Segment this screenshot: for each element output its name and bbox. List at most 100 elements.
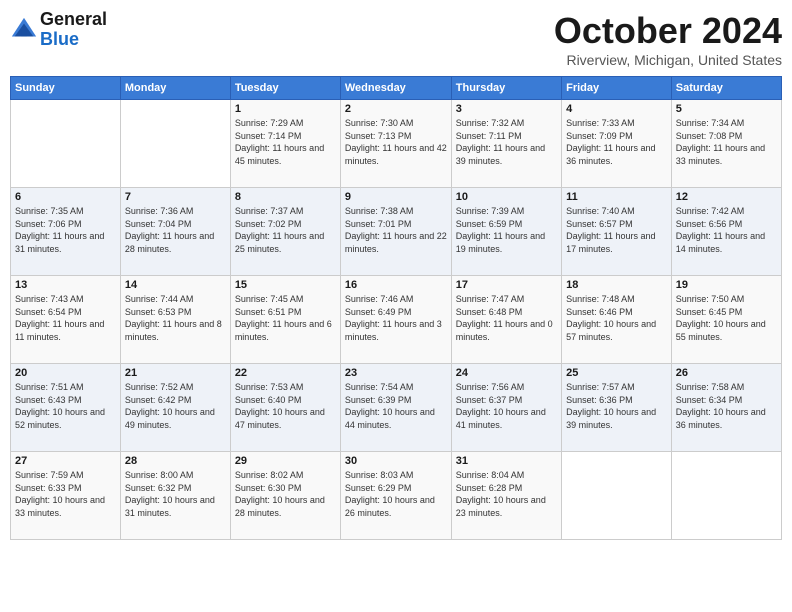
calendar-cell: [120, 100, 230, 188]
day-number: 16: [345, 279, 447, 291]
week-row-3: 13 Sunrise: 7:43 AMSunset: 6:54 PMDayligh…: [11, 276, 782, 364]
day-number: 18: [566, 279, 667, 291]
day-number: 27: [15, 455, 116, 467]
calendar-cell: 20Sunrise: 7:51 AMSunset: 6:43 PMDayligh…: [11, 364, 121, 452]
calendar-cell: 13 Sunrise: 7:43 AMSunset: 6:54 PMDayligh…: [11, 276, 121, 364]
calendar-cell: 31 Sunrise: 8:04 AMSunset: 6:28 PMDayligh…: [451, 452, 561, 540]
day-info: Sunrise: 7:54 AMSunset: 6:39 PMDaylight:…: [345, 382, 435, 430]
weekday-header-wednesday: Wednesday: [340, 77, 451, 100]
day-info: Sunrise: 7:29 AMSunset: 7:14 PMDaylight:…: [235, 118, 324, 166]
weekday-header-friday: Friday: [562, 77, 672, 100]
calendar-cell: 7 Sunrise: 7:36 AMSunset: 7:04 PMDaylight…: [120, 188, 230, 276]
day-info: Sunrise: 7:34 AMSunset: 7:08 PMDaylight:…: [676, 118, 765, 166]
month-title: October 2024: [554, 10, 782, 52]
day-number: 12: [676, 191, 777, 203]
day-info: Sunrise: 8:00 AMSunset: 6:32 PMDaylight:…: [125, 470, 215, 518]
day-info: Sunrise: 8:04 AMSunset: 6:28 PMDaylight:…: [456, 470, 546, 518]
calendar-cell: 28 Sunrise: 8:00 AMSunset: 6:32 PMDayligh…: [120, 452, 230, 540]
day-number: 2: [345, 103, 447, 115]
calendar-cell: 25Sunrise: 7:57 AMSunset: 6:36 PMDayligh…: [562, 364, 672, 452]
day-info: Sunrise: 7:35 AMSunset: 7:06 PMDaylight:…: [15, 206, 104, 254]
day-number: 5: [676, 103, 777, 115]
day-number: 28: [125, 455, 226, 467]
day-info: Sunrise: 7:53 AMSunset: 6:40 PMDaylight:…: [235, 382, 325, 430]
day-number: 31: [456, 455, 557, 467]
day-number: 4: [566, 103, 667, 115]
calendar-cell: 15Sunrise: 7:45 AMSunset: 6:51 PMDayligh…: [230, 276, 340, 364]
day-info: Sunrise: 7:59 AMSunset: 6:33 PMDaylight:…: [15, 470, 105, 518]
weekday-header-thursday: Thursday: [451, 77, 561, 100]
calendar-cell: 1 Sunrise: 7:29 AMSunset: 7:14 PMDaylight…: [230, 100, 340, 188]
day-number: 6: [15, 191, 116, 203]
day-info: Sunrise: 7:44 AMSunset: 6:53 PMDaylight:…: [125, 294, 222, 342]
week-row-1: 1 Sunrise: 7:29 AMSunset: 7:14 PMDaylight…: [11, 100, 782, 188]
day-info: Sunrise: 7:32 AMSunset: 7:11 PMDaylight:…: [456, 118, 545, 166]
weekday-header-monday: Monday: [120, 77, 230, 100]
weekday-header-tuesday: Tuesday: [230, 77, 340, 100]
day-info: Sunrise: 7:38 AMSunset: 7:01 PMDaylight:…: [345, 206, 447, 254]
day-info: Sunrise: 7:51 AMSunset: 6:43 PMDaylight:…: [15, 382, 105, 430]
weekday-header-row: SundayMondayTuesdayWednesdayThursdayFrid…: [11, 77, 782, 100]
day-info: Sunrise: 8:02 AMSunset: 6:30 PMDaylight:…: [235, 470, 325, 518]
day-info: Sunrise: 7:33 AMSunset: 7:09 PMDaylight:…: [566, 118, 655, 166]
logo-blue: Blue: [40, 29, 79, 49]
day-number: 29: [235, 455, 336, 467]
day-info: Sunrise: 8:03 AMSunset: 6:29 PMDaylight:…: [345, 470, 435, 518]
day-info: Sunrise: 7:43 AMSunset: 6:54 PMDaylight:…: [15, 294, 104, 342]
day-number: 17: [456, 279, 557, 291]
calendar-cell: 23 Sunrise: 7:54 AMSunset: 6:39 PMDayligh…: [340, 364, 451, 452]
day-info: Sunrise: 7:37 AMSunset: 7:02 PMDaylight:…: [235, 206, 324, 254]
day-info: Sunrise: 7:40 AMSunset: 6:57 PMDaylight:…: [566, 206, 655, 254]
day-number: 10: [456, 191, 557, 203]
day-number: 13: [15, 279, 116, 291]
calendar-cell: 26 Sunrise: 7:58 AMSunset: 6:34 PMDayligh…: [671, 364, 781, 452]
calendar-cell: 29 Sunrise: 8:02 AMSunset: 6:30 PMDayligh…: [230, 452, 340, 540]
day-number: 14: [125, 279, 226, 291]
calendar-cell: 24Sunrise: 7:56 AMSunset: 6:37 PMDayligh…: [451, 364, 561, 452]
day-number: 9: [345, 191, 447, 203]
day-number: 3: [456, 103, 557, 115]
day-info: Sunrise: 7:42 AMSunset: 6:56 PMDaylight:…: [676, 206, 765, 254]
day-info: Sunrise: 7:58 AMSunset: 6:34 PMDaylight:…: [676, 382, 766, 430]
calendar-cell: 22 Sunrise: 7:53 AMSunset: 6:40 PMDayligh…: [230, 364, 340, 452]
calendar-cell: [671, 452, 781, 540]
day-number: 23: [345, 367, 447, 379]
weekday-header-saturday: Saturday: [671, 77, 781, 100]
calendar-cell: 27 Sunrise: 7:59 AMSunset: 6:33 PMDayligh…: [11, 452, 121, 540]
calendar-cell: 17Sunrise: 7:47 AMSunset: 6:48 PMDayligh…: [451, 276, 561, 364]
calendar-cell: 5 Sunrise: 7:34 AMSunset: 7:08 PMDaylight…: [671, 100, 781, 188]
day-number: 8: [235, 191, 336, 203]
day-info: Sunrise: 7:36 AMSunset: 7:04 PMDaylight:…: [125, 206, 214, 254]
calendar-cell: 30 Sunrise: 8:03 AMSunset: 6:29 PMDayligh…: [340, 452, 451, 540]
logo-general: General: [40, 9, 107, 29]
week-row-5: 27 Sunrise: 7:59 AMSunset: 6:33 PMDayligh…: [11, 452, 782, 540]
logo: General Blue: [10, 10, 107, 50]
day-number: 30: [345, 455, 447, 467]
day-info: Sunrise: 7:46 AMSunset: 6:49 PMDaylight:…: [345, 294, 442, 342]
calendar-cell: 4 Sunrise: 7:33 AMSunset: 7:09 PMDaylight…: [562, 100, 672, 188]
day-number: 1: [235, 103, 336, 115]
calendar-cell: 10Sunrise: 7:39 AMSunset: 6:59 PMDayligh…: [451, 188, 561, 276]
day-info: Sunrise: 7:57 AMSunset: 6:36 PMDaylight:…: [566, 382, 656, 430]
calendar-cell: 21 Sunrise: 7:52 AMSunset: 6:42 PMDayligh…: [120, 364, 230, 452]
logo-text: General Blue: [40, 10, 107, 50]
calendar-cell: 6 Sunrise: 7:35 AMSunset: 7:06 PMDaylight…: [11, 188, 121, 276]
calendar-cell: 16 Sunrise: 7:46 AMSunset: 6:49 PMDayligh…: [340, 276, 451, 364]
day-number: 26: [676, 367, 777, 379]
day-number: 7: [125, 191, 226, 203]
day-number: 21: [125, 367, 226, 379]
calendar-cell: 2 Sunrise: 7:30 AMSunset: 7:13 PMDaylight…: [340, 100, 451, 188]
calendar-cell: 12 Sunrise: 7:42 AMSunset: 6:56 PMDayligh…: [671, 188, 781, 276]
calendar-cell: 3 Sunrise: 7:32 AMSunset: 7:11 PMDaylight…: [451, 100, 561, 188]
day-info: Sunrise: 7:50 AMSunset: 6:45 PMDaylight:…: [676, 294, 766, 342]
day-number: 11: [566, 191, 667, 203]
calendar-cell: 11 Sunrise: 7:40 AMSunset: 6:57 PMDayligh…: [562, 188, 672, 276]
weekday-header-sunday: Sunday: [11, 77, 121, 100]
calendar-table: SundayMondayTuesdayWednesdayThursdayFrid…: [10, 76, 782, 540]
header: General Blue October 2024 Riverview, Mic…: [10, 10, 782, 68]
day-info: Sunrise: 7:52 AMSunset: 6:42 PMDaylight:…: [125, 382, 215, 430]
day-info: Sunrise: 7:30 AMSunset: 7:13 PMDaylight:…: [345, 118, 447, 166]
day-number: 22: [235, 367, 336, 379]
logo-icon: [10, 16, 38, 44]
calendar-page: General Blue October 2024 Riverview, Mic…: [0, 0, 792, 612]
